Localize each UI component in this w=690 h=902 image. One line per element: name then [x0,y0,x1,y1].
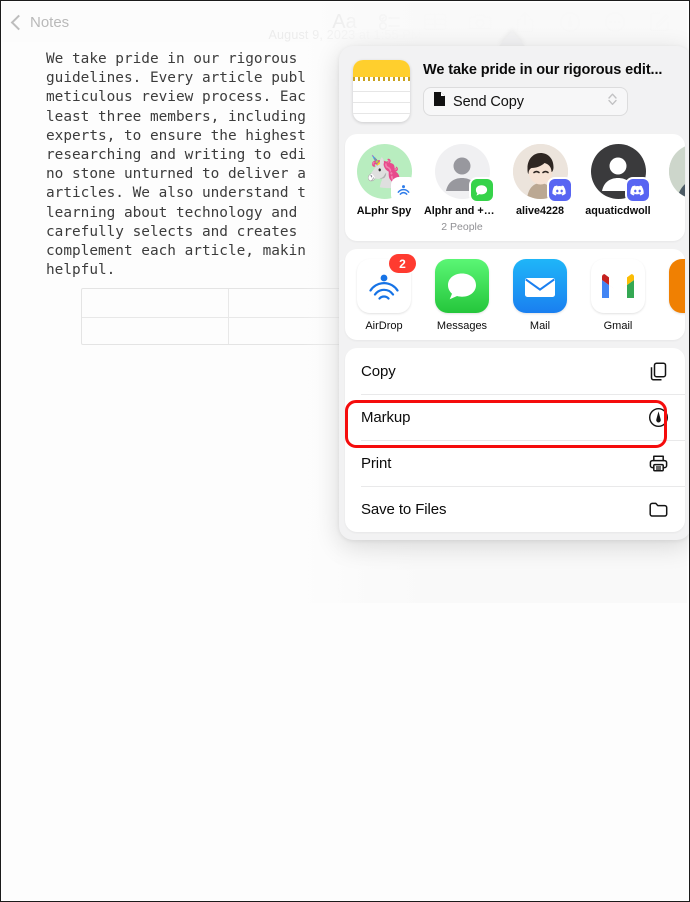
shared-document-title: We take pride in our rigorous edit... [423,62,663,78]
share-app-mail[interactable]: Mail [501,259,579,332]
share-sheet: We take pride in our rigorous edit... Se… [339,46,689,540]
airdrop-badge [392,179,415,201]
note-thumbnail [353,60,410,122]
share-app-messages[interactable]: Messages [423,259,501,332]
share-app-gmail[interactable]: Gmail [579,259,657,332]
discord-badge [626,179,649,201]
action-markup[interactable]: Markup [345,394,685,440]
document-icon [433,91,446,112]
app-name: Gmail [603,320,633,332]
suggested-people-row[interactable]: 🦄 ALphr Spy Alphr and +63 2 People alive… [345,134,685,241]
share-sheet-pointer [499,31,525,46]
vlc-icon [669,259,685,313]
send-copy-label: Send Copy [453,93,524,110]
print-icon [648,453,669,474]
action-save-to-files[interactable]: Save to Files [345,486,685,532]
share-sheet-header: We take pride in our rigorous edit... Se… [339,46,689,134]
app-name: Mail [529,320,551,332]
person-name: alive4228 [515,205,565,217]
person-aquaticdwoll[interactable]: aquaticdwoll [579,144,657,233]
action-label: Markup [361,408,411,426]
gmail-icon [591,259,645,313]
share-apps-card: 2 AirDrop Messages Mail Gmail [345,249,685,340]
person-alphr-group[interactable]: Alphr and +639… 2 People [423,144,501,233]
screen: Notes Aa August 9, 2023 at 1:55 PM We ta… [0,0,690,902]
suggested-people-card: 🦄 ALphr Spy Alphr and +63 2 People alive… [345,134,685,241]
share-app-airdrop[interactable]: 2 AirDrop [345,254,423,332]
markup-icon [648,407,669,428]
app-name: Messages [436,320,488,332]
action-label: Save to Files [361,500,447,518]
share-actions-list: Copy Markup Print Save to Files [345,348,685,532]
photo-avatar [668,144,685,199]
note-date: August 9, 2023 at 1:55 PM [268,28,422,42]
messages-icon [435,259,489,313]
airdrop-notification-badge: 2 [389,254,416,273]
messages-badge [470,179,493,201]
person-alive4228[interactable]: alive4228 [501,144,579,233]
action-print[interactable]: Print [345,440,685,486]
copy-icon [648,361,669,382]
action-label: Copy [361,362,396,380]
person-partial[interactable]: i [657,144,685,233]
chevron-up-down-icon [607,92,618,111]
action-label: Print [361,454,392,472]
person-subtitle: 2 People [441,221,483,233]
share-apps-row[interactable]: 2 AirDrop Messages Mail Gmail [345,249,685,340]
mail-icon [513,259,567,313]
person-name: ALphr Spy [356,205,412,217]
folder-icon [648,499,669,520]
person-name: Alphr and +639… [424,205,500,217]
action-copy[interactable]: Copy [345,348,685,394]
discord-badge [548,179,571,201]
share-app-partial[interactable] [657,259,685,332]
send-copy-dropdown[interactable]: Send Copy [423,87,628,116]
person-name: aquaticdwoll [585,205,651,217]
app-name: AirDrop [365,320,403,332]
person-alphr-spy[interactable]: 🦄 ALphr Spy [345,144,423,233]
